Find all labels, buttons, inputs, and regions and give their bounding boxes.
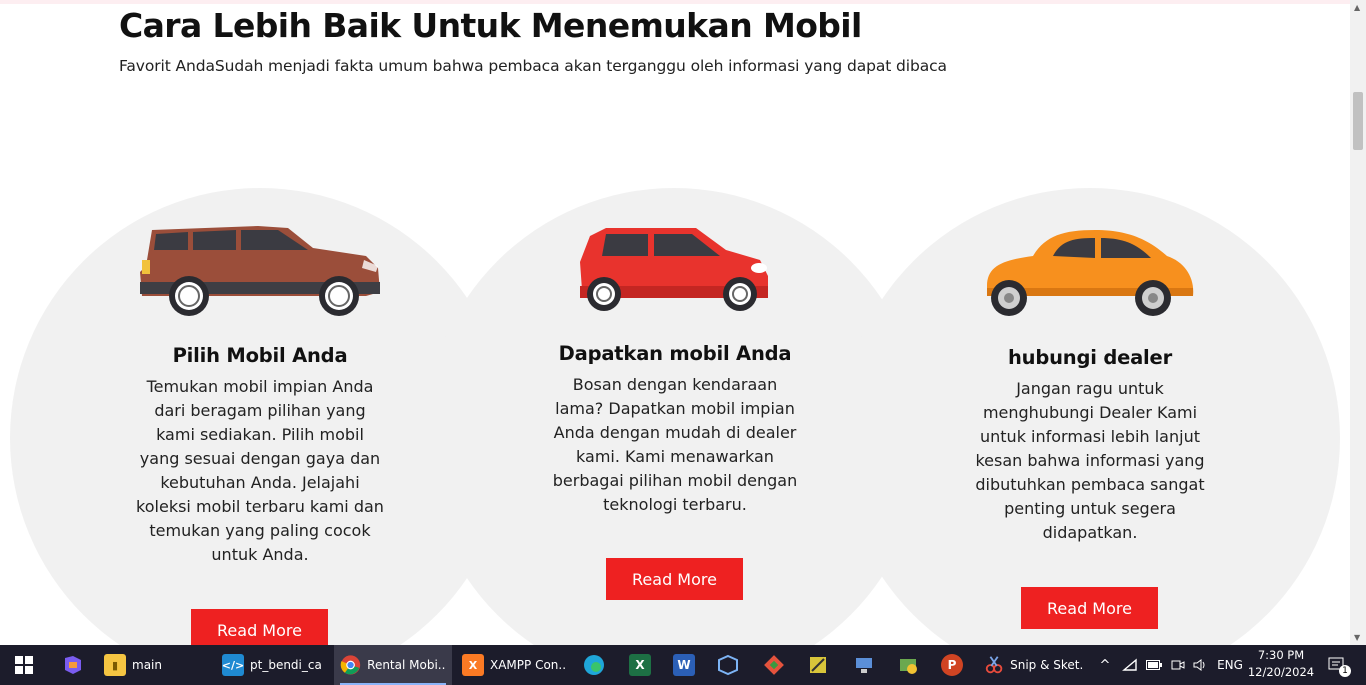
scroll-down-arrow-icon[interactable]: ▼ [1354, 633, 1360, 642]
git-icon [764, 655, 784, 675]
copilot-icon [65, 656, 81, 674]
card-title: hubungi dealer [1008, 346, 1172, 369]
taskbar-app-vscode[interactable]: </> pt_bendi_ca... [216, 645, 328, 685]
read-more-button[interactable]: Read More [606, 558, 743, 600]
edge-icon [584, 655, 604, 675]
show-hidden-icons-chevron-icon[interactable]: ^ [1096, 645, 1114, 685]
language-indicator[interactable]: ENG [1216, 645, 1244, 685]
card-title: Pilih Mobil Anda [172, 344, 348, 367]
taskbar-app-git[interactable] [758, 645, 790, 685]
hatchback-car-icon [580, 228, 768, 311]
taskbar-app-xampp[interactable]: X XAMPP Con... [456, 645, 572, 685]
start-button[interactable] [0, 645, 48, 685]
vertical-scrollbar[interactable]: ▲ ▼ [1350, 0, 1366, 645]
scrollbar-thumb[interactable] [1353, 92, 1363, 150]
xampp-icon: X [462, 654, 484, 676]
taskbar-app-word[interactable]: W [668, 645, 700, 685]
system-clock[interactable]: 7:30 PM 12/20/2024 [1245, 647, 1317, 681]
folder-icon: ▮ [104, 654, 126, 676]
taskbar-app-powerpoint[interactable]: P [936, 645, 968, 685]
battery-icon[interactable] [1144, 645, 1164, 685]
taskbar-app-network[interactable] [848, 645, 880, 685]
taskbar-app-virtualbox[interactable] [712, 645, 744, 685]
beetle-car-icon [987, 230, 1194, 316]
word-icon: W [673, 654, 695, 676]
excel-icon: X [629, 654, 651, 676]
section-heading: Cara Lebih Baik Untuk Menemukan Mobil [119, 6, 862, 45]
taskbar-app-db[interactable] [892, 645, 924, 685]
speaker-icon[interactable] [1190, 645, 1210, 685]
scroll-up-arrow-icon[interactable]: ▲ [1354, 3, 1360, 12]
notification-badge: 1 [1339, 665, 1351, 677]
read-more-button[interactable]: Read More [1021, 587, 1158, 629]
taskbar-app-chrome[interactable]: Rental Mobi... [334, 645, 452, 685]
windows-taskbar: ▮ main </> pt_bendi_ca... Rental Mobi...… [0, 645, 1366, 685]
card-title: Dapatkan mobil Anda [558, 342, 792, 365]
chrome-icon [340, 655, 361, 675]
virtualbox-icon [718, 654, 738, 676]
notification-center-button[interactable]: 1 [1322, 645, 1352, 685]
snip-sketch-icon [985, 656, 1003, 674]
taskbar-app-edge[interactable] [578, 645, 610, 685]
clock-time: 7:30 PM [1257, 648, 1305, 662]
wifi-icon[interactable] [1120, 645, 1140, 685]
taskbar-app-excel[interactable]: X [624, 645, 656, 685]
suv-car-icon [140, 226, 380, 316]
powerpoint-icon: P [941, 654, 963, 676]
taskbar-app-file-explorer[interactable]: ▮ main [98, 645, 210, 685]
database-tool-icon [900, 659, 917, 674]
card-description: Temukan mobil impian Anda dari beragam p… [136, 377, 384, 564]
copilot-button[interactable] [52, 645, 94, 685]
vscode-icon: </> [222, 654, 244, 676]
card-description: Bosan dengan kendaraan lama? Dapatkan mo… [552, 375, 798, 514]
tools-icon [810, 657, 826, 673]
clock-date: 12/20/2024 [1247, 665, 1315, 679]
card-description: Jangan ragu untuk menghubungi Dealer Kam… [975, 379, 1205, 542]
page-content: Cara Lebih Baik Untuk Menemukan Mobil Fa… [0, 4, 1350, 645]
webcam-icon[interactable] [1168, 645, 1188, 685]
taskbar-app-tools[interactable] [802, 645, 834, 685]
taskbar-app-snip-sketch[interactable]: Snip & Sket... [978, 645, 1090, 685]
read-more-button[interactable]: Read More [191, 609, 328, 645]
network-app-icon [856, 658, 872, 673]
section-subheading: Favorit AndaSudah menjadi fakta umum bah… [119, 57, 947, 75]
windows-logo-icon [15, 656, 33, 674]
